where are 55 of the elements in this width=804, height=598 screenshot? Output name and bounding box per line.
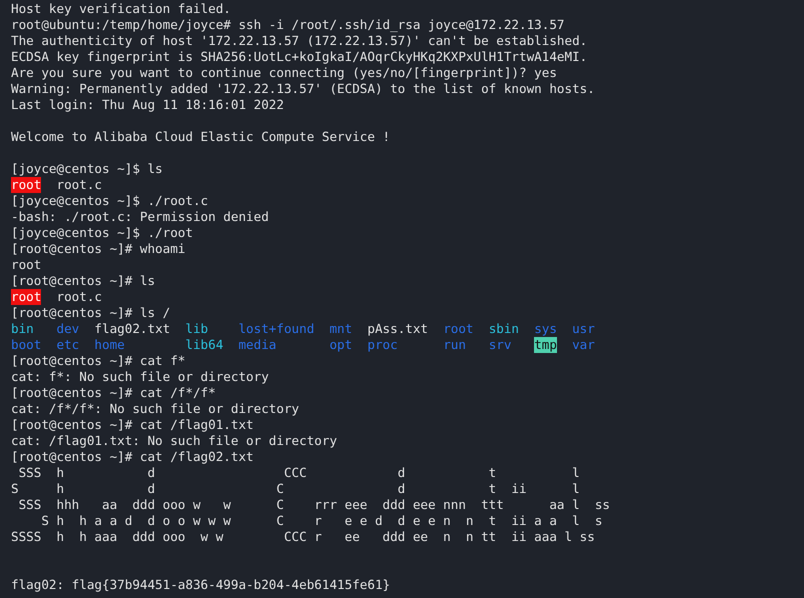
directory-name: proc <box>367 337 399 353</box>
terminal-line: The authenticity of host '172.22.13.57 (172.22.13.57)' can't be established. <box>11 33 588 49</box>
directory-name: opt <box>329 337 352 353</box>
directory-name: home <box>94 337 126 353</box>
terminal-line: cat: /flag01.txt: No such file or directory <box>11 433 338 449</box>
directory-name: dev <box>56 321 80 337</box>
directory-name: lost+found <box>238 321 314 337</box>
file-name: root <box>11 289 42 305</box>
terminal-line: [joyce@centos ~]$ ls <box>11 161 163 177</box>
ascii-art-line: S h h a a d d o o w w w C r e e d d e e n n t ii a a l s <box>40 513 602 529</box>
file-name: root.c <box>56 289 102 305</box>
directory-name: run <box>443 337 467 353</box>
symlink-name: lib <box>185 321 210 337</box>
terminal-line: -bash: ./root.c: Permission denied <box>11 209 269 225</box>
terminal-line: [root@centos ~]# cat f* <box>11 353 186 369</box>
ascii-art-line: SSS h d CCC d t l <box>18 465 580 481</box>
terminal-line: [joyce@centos ~]$ ./root <box>11 225 193 241</box>
terminal-line: Last login: Thu Aug 11 18:16:01 2022 <box>11 97 284 113</box>
terminal-line: cat: /f*/f*: No such file or directory <box>11 401 300 417</box>
directory-name: var <box>572 337 595 353</box>
terminal-line: [root@centos ~]# cat /flag02.txt <box>11 449 254 465</box>
directory-name: srv <box>488 337 512 353</box>
file-name: flag02.txt <box>94 321 170 337</box>
file-name: root.c <box>56 177 102 193</box>
directory-name: tmp <box>534 337 557 353</box>
directory-name: root <box>443 321 474 337</box>
terminal-line: root <box>11 257 42 273</box>
terminal-line: Warning: Permanently added '172.22.13.57' (ECDSA) to the list of known hosts. <box>11 81 595 97</box>
directory-name: boot <box>11 337 42 353</box>
terminal-line: Are you sure you want to continue connecting (yes/no/[fingerprint])? yes <box>11 65 557 81</box>
terminal-line: [root@centos ~]# cat /flag01.txt <box>11 417 254 433</box>
directory-name: sys <box>534 321 557 337</box>
directory-name: usr <box>572 321 595 337</box>
terminal-line: flag02: flag{37b94451-a836-499a-b204-4eb61415fe61} <box>11 577 390 593</box>
terminal-line: [root@centos ~]# cat /f*/f* <box>11 385 216 401</box>
symlink-name: bin <box>11 321 35 337</box>
ascii-art-line: SSSS h h aaa ddd ooo w w CCC r ee ddd ee n n tt ii aaa l ss <box>11 529 595 545</box>
file-name: root <box>11 177 42 193</box>
terminal-line: Welcome to Alibaba Cloud Elastic Compute Service ! <box>11 129 390 145</box>
symlink-name: lib64 <box>185 337 224 353</box>
terminal-line: ECDSA key fingerprint is SHA256:UotLc+koIgkaI/AOqrCkyHKq2KXPxUlH1TrtwA14eMI. <box>11 49 588 65</box>
directory-name: etc <box>56 337 80 353</box>
directory-name: media <box>238 337 278 353</box>
terminal-line: [joyce@centos ~]$ ./root.c <box>11 193 208 209</box>
terminal-line: cat: f*: No such file or directory <box>11 369 269 385</box>
symlink-name: sbin <box>488 321 520 337</box>
terminal-line: root@ubuntu:/temp/home/joyce# ssh -i /root/.ssh/id_rsa joyce@172.22.13.57 <box>11 17 564 33</box>
terminal-line: [root@centos ~]# ls <box>11 273 156 289</box>
terminal-line: Host key verification failed. <box>11 1 231 17</box>
directory-name: mnt <box>329 321 352 337</box>
file-name: pAss.txt <box>367 321 428 337</box>
terminal-line: [root@centos ~]# whoami <box>11 241 186 257</box>
ascii-art-line: S h d C d t ii l <box>11 481 580 497</box>
ascii-art-line: SSS hhh aa ddd ooo w w C rrr eee ddd eee nnn ttt aa l ss <box>18 497 610 513</box>
terminal-line: [root@centos ~]# ls / <box>11 305 170 321</box>
